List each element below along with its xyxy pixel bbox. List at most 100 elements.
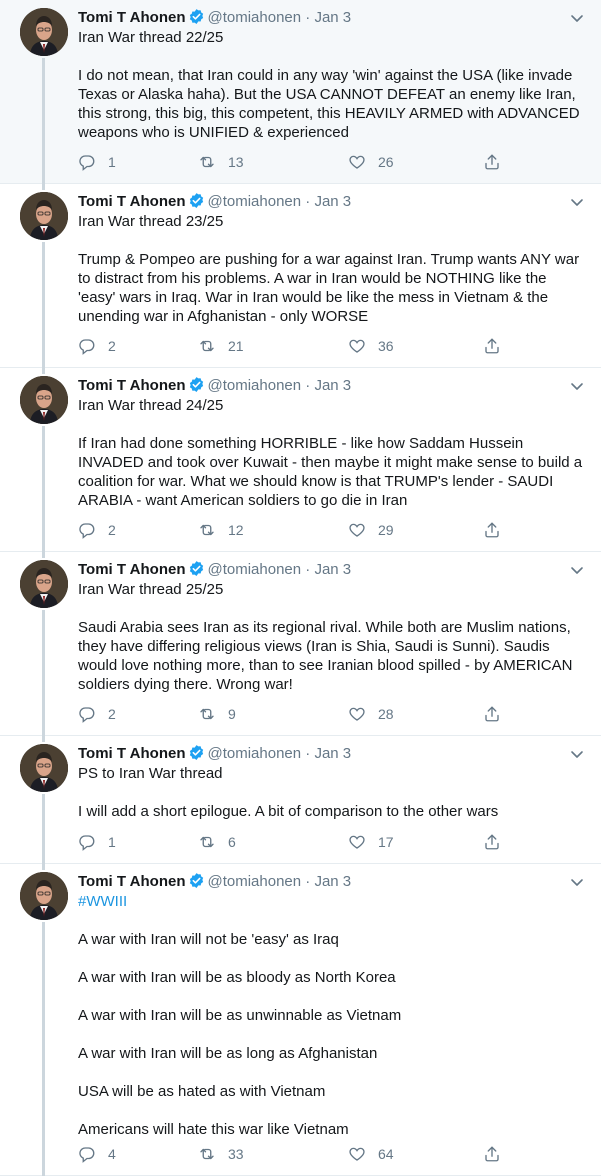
retweet-count: 13: [228, 154, 244, 170]
tweet-date[interactable]: Jan 3: [314, 745, 351, 762]
thread-connector: [42, 610, 45, 736]
tweet-paragraph: A war with Iran will not be 'easy' as Ir…: [78, 931, 339, 948]
reply-button[interactable]: 2: [78, 520, 116, 540]
hashtag-link[interactable]: #WWIII: [78, 892, 588, 911]
tweet[interactable]: Tomi T Ahonen @tomiahonen · Jan 3 #WWIII A …: [0, 864, 601, 1176]
tweet-date[interactable]: Jan 3: [314, 561, 351, 578]
chevron-down-icon[interactable]: [569, 746, 585, 762]
retweet-button[interactable]: 33: [198, 1144, 244, 1164]
thread-connector: [42, 184, 45, 190]
author-name[interactable]: Tomi T Ahonen: [78, 745, 185, 762]
author-name[interactable]: Tomi T Ahonen: [78, 377, 185, 394]
chevron-down-icon[interactable]: [569, 378, 585, 394]
retweet-icon: [198, 337, 216, 355]
tweet-date[interactable]: Jan 3: [314, 9, 351, 26]
like-button[interactable]: 29: [348, 520, 394, 540]
retweet-icon: [198, 1145, 216, 1163]
chevron-down-icon[interactable]: [569, 10, 585, 26]
share-button[interactable]: [483, 520, 501, 540]
tweet-paragraph: Americans will hate this war like Vietna…: [78, 1121, 349, 1138]
share-icon: [483, 521, 501, 539]
retweet-count: 33: [228, 1146, 244, 1162]
retweet-button[interactable]: 21: [198, 336, 244, 356]
author-name[interactable]: Tomi T Ahonen: [78, 873, 185, 890]
tweet-paragraph: Iran War thread 22/25: [78, 29, 224, 46]
like-icon: [348, 521, 366, 539]
share-button[interactable]: [483, 336, 501, 356]
reply-icon: [78, 1145, 96, 1163]
tweet-paragraph: A war with Iran will be as long as Afgha…: [78, 1045, 378, 1062]
chevron-down-icon[interactable]: [569, 874, 585, 890]
avatar[interactable]: [20, 376, 68, 424]
author-handle[interactable]: @tomiahonen: [207, 873, 301, 890]
like-button[interactable]: 64: [348, 1144, 394, 1164]
retweet-button[interactable]: 13: [198, 152, 244, 172]
tweet-paragraph: I will add a short epilogue. A bit of co…: [78, 803, 499, 820]
retweet-count: 21: [228, 338, 244, 354]
tweet-actions: 2 21 36: [78, 336, 508, 356]
author-handle[interactable]: @tomiahonen: [207, 193, 301, 210]
tweet-actions: 2 12 29: [78, 520, 508, 540]
avatar[interactable]: [20, 8, 68, 56]
retweet-icon: [198, 833, 216, 851]
tweet-paragraph: If Iran had done something HORRIBLE - li…: [78, 435, 583, 509]
avatar[interactable]: [20, 192, 68, 240]
tweet-date[interactable]: Jan 3: [314, 377, 351, 394]
reply-button[interactable]: 2: [78, 704, 116, 724]
tweet-actions: 1 6 17: [78, 832, 508, 852]
retweet-button[interactable]: 6: [198, 832, 236, 852]
like-button[interactable]: 36: [348, 336, 394, 356]
tweet[interactable]: Tomi T Ahonen @tomiahonen · Jan 3 Iran War…: [0, 0, 601, 184]
reply-icon: [78, 337, 96, 355]
like-button[interactable]: 26: [348, 152, 394, 172]
chevron-down-icon[interactable]: [569, 194, 585, 210]
retweet-button[interactable]: 12: [198, 520, 244, 540]
separator-dot: ·: [305, 561, 311, 578]
retweet-button[interactable]: 9: [198, 704, 236, 724]
like-count: 64: [378, 1146, 394, 1162]
tweet-paragraph: Saudi Arabia sees Iran as its regional r…: [78, 619, 573, 693]
tweet-paragraph: I do not mean, that Iran could in any wa…: [78, 67, 580, 141]
reply-button[interactable]: 2: [78, 336, 116, 356]
tweet-text: Iran War thread 25/25 Saudi Arabia sees I…: [78, 580, 588, 694]
tweet[interactable]: Tomi T Ahonen @tomiahonen · Jan 3 Iran War…: [0, 552, 601, 736]
tweet-date[interactable]: Jan 3: [314, 873, 351, 890]
chevron-down-icon[interactable]: [569, 562, 585, 578]
share-button[interactable]: [483, 152, 501, 172]
tweet-date[interactable]: Jan 3: [314, 193, 351, 210]
thread-connector: [42, 864, 45, 870]
reply-icon: [78, 833, 96, 851]
author-name[interactable]: Tomi T Ahonen: [78, 9, 185, 26]
tweet-actions: 4 33 64: [78, 1144, 508, 1164]
share-button[interactable]: [483, 1144, 501, 1164]
author-handle[interactable]: @tomiahonen: [207, 377, 301, 394]
share-button[interactable]: [483, 832, 501, 852]
share-icon: [483, 1145, 501, 1163]
tweet[interactable]: Tomi T Ahonen @tomiahonen · Jan 3 Iran War…: [0, 368, 601, 552]
like-icon: [348, 833, 366, 851]
like-button[interactable]: 17: [348, 832, 394, 852]
author-handle[interactable]: @tomiahonen: [207, 745, 301, 762]
reply-button[interactable]: 1: [78, 152, 116, 172]
tweet[interactable]: Tomi T Ahonen @tomiahonen · Jan 3 PS to Ir…: [0, 736, 601, 864]
reply-button[interactable]: 4: [78, 1144, 116, 1164]
share-icon: [483, 833, 501, 851]
tweet[interactable]: Tomi T Ahonen @tomiahonen · Jan 3 Iran War…: [0, 184, 601, 368]
retweet-count: 6: [228, 834, 236, 850]
author-name[interactable]: Tomi T Ahonen: [78, 561, 185, 578]
separator-dot: ·: [305, 873, 311, 890]
avatar[interactable]: [20, 560, 68, 608]
thread-connector: [42, 736, 45, 742]
author-handle[interactable]: @tomiahonen: [207, 561, 301, 578]
retweet-icon: [198, 705, 216, 723]
retweet-icon: [198, 153, 216, 171]
reply-button[interactable]: 1: [78, 832, 116, 852]
avatar[interactable]: [20, 744, 68, 792]
author-name[interactable]: Tomi T Ahonen: [78, 193, 185, 210]
share-button[interactable]: [483, 704, 501, 724]
author-handle[interactable]: @tomiahonen: [207, 9, 301, 26]
avatar[interactable]: [20, 872, 68, 920]
share-icon: [483, 153, 501, 171]
like-button[interactable]: 28: [348, 704, 394, 724]
retweet-count: 9: [228, 706, 236, 722]
